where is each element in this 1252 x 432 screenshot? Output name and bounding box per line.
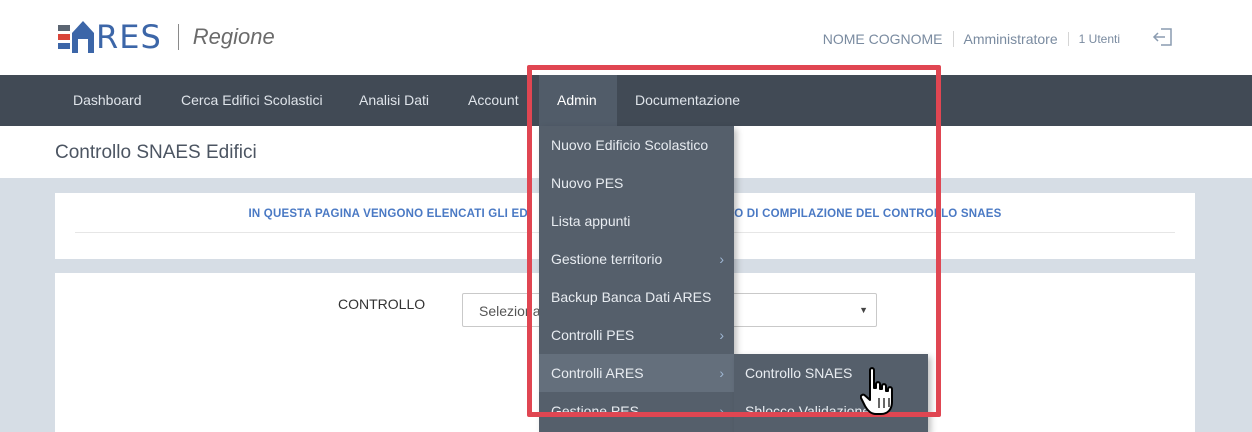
logout-icon[interactable] (1152, 27, 1174, 47)
menu-item-label: Backup Banca Dati ARES (551, 289, 712, 305)
nav-admin[interactable]: Admin (539, 75, 617, 126)
chevron-right-icon: › (719, 403, 724, 419)
menu-item-backup[interactable]: Backup Banca Dati ARES (539, 278, 734, 316)
control-select-value: Seleziona (479, 303, 541, 319)
nav-dashboard[interactable]: Dashboard (55, 75, 160, 126)
logo-divider (177, 24, 179, 50)
menu-item-label: Nuovo Edificio Scolastico (551, 137, 709, 153)
menu-item-label: Gestione PES (551, 403, 639, 419)
ares-logo[interactable]: RES Regione (58, 17, 275, 57)
main-navbar: Dashboard Cerca Edifici Scolastici Anali… (0, 75, 1252, 126)
menu-item-gestione-territorio[interactable]: Gestione territorio › (539, 240, 734, 278)
menu-item-label: Nuovo PES (551, 175, 624, 191)
info-text-head: IN QUESTA PAGINA VENGONO ELENCATI GLI ED… (248, 208, 532, 220)
menu-item-label: Lista appunti (551, 213, 631, 229)
menu-item-gestione-pes[interactable]: Gestione PES › (539, 392, 734, 430)
control-label: CONTROLLO (338, 296, 426, 312)
header: RES Regione NOME COGNOME Amministratore … (0, 0, 1252, 75)
nav-account[interactable]: Account (450, 75, 537, 126)
admin-dropdown-menu: Nuovo Edificio Scolastico Nuovo PES List… (539, 126, 734, 432)
menu-item-label: Gestione territorio (551, 251, 663, 267)
logo-mark-icon (58, 19, 104, 55)
region-label: Regione (192, 24, 275, 49)
menu-item-controlli-pes[interactable]: Controlli PES › (539, 316, 734, 354)
caret-down-icon: ▼ (859, 305, 868, 315)
chevron-right-icon: › (719, 365, 724, 381)
menu-item-label: Controlli ARES (551, 365, 644, 381)
hand-cursor-icon (860, 367, 893, 415)
menu-item-controlli-ares[interactable]: Controlli ARES › (539, 354, 734, 392)
user-role[interactable]: Amministratore (952, 31, 1068, 47)
submenu-item-sblocco-validazione[interactable]: Sblocco Validazione (734, 392, 928, 430)
page-title: Controllo SNAES Edifici (55, 142, 257, 163)
submenu-item-controllo-snaes[interactable]: Controllo SNAES (734, 354, 928, 392)
users-count[interactable]: 1 Utenti (1067, 32, 1130, 46)
chevron-right-icon: › (719, 251, 724, 267)
menu-item-nuovo-pes[interactable]: Nuovo PES (539, 164, 734, 202)
logo-text: RES (96, 18, 162, 56)
menu-item-label: Controlli PES (551, 327, 635, 343)
user-name[interactable]: NOME COGNOME (813, 31, 953, 47)
nav-cerca-edifici[interactable]: Cerca Edifici Scolastici (163, 75, 341, 126)
nav-analisi-dati[interactable]: Analisi Dati (341, 75, 447, 126)
nav-documentazione[interactable]: Documentazione (617, 75, 758, 126)
menu-item-nuovo-edificio[interactable]: Nuovo Edificio Scolastico (539, 126, 734, 164)
user-area: NOME COGNOME Amministratore 1 Utenti (813, 28, 1252, 50)
menu-item-lista-appunti[interactable]: Lista appunti (539, 202, 734, 240)
chevron-right-icon: › (719, 327, 724, 343)
info-text-tail: TO DI COMPILAZIONE DEL CONTROLLO SNAES (727, 208, 1002, 220)
controlli-ares-submenu: Controllo SNAES Sblocco Validazione (734, 354, 928, 432)
